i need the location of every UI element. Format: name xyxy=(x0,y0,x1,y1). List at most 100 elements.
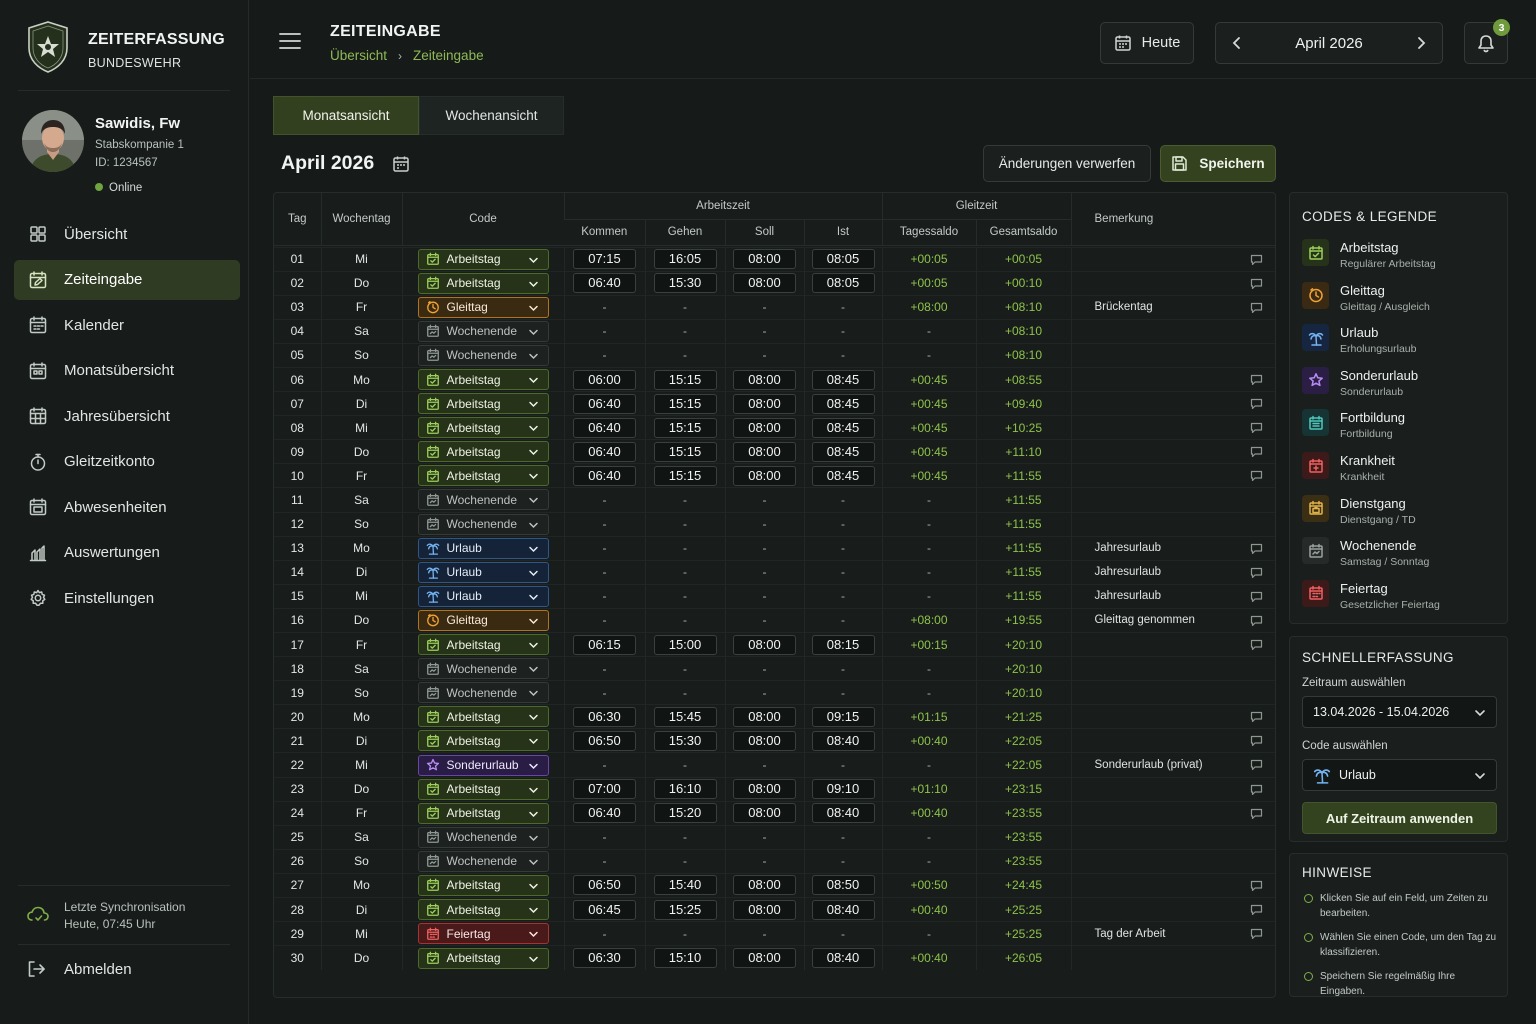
comment-icon[interactable] xyxy=(1250,302,1263,314)
remark-cell[interactable] xyxy=(1070,680,1276,705)
ist-input[interactable]: 08:45 xyxy=(811,369,875,390)
kommen-input[interactable]: 06:30 xyxy=(573,948,636,969)
gehen-input[interactable]: 15:15 xyxy=(653,465,717,486)
remark-cell[interactable] xyxy=(1070,511,1276,537)
calendar-picker-icon[interactable] xyxy=(392,155,410,173)
remark-cell[interactable] xyxy=(1070,487,1276,513)
remark-cell[interactable] xyxy=(1070,800,1276,826)
soll-input[interactable]: 08:00 xyxy=(733,779,796,800)
code-dropdown[interactable]: Arbeitstag xyxy=(417,947,549,969)
sidebar-item-abwesenheiten[interactable]: Abwesenheiten xyxy=(14,487,240,527)
remark-cell[interactable] xyxy=(1070,728,1276,753)
sidebar-item-übersicht[interactable]: Übersicht xyxy=(14,214,240,254)
comment-icon[interactable] xyxy=(1250,254,1263,266)
remark-cell[interactable] xyxy=(1070,463,1276,488)
kommen-input[interactable]: 07:00 xyxy=(573,779,636,800)
ist-input[interactable]: 08:45 xyxy=(811,465,875,486)
gehen-input[interactable]: 15:30 xyxy=(653,730,717,751)
comment-icon[interactable] xyxy=(1250,711,1263,723)
comment-icon[interactable] xyxy=(1250,470,1263,482)
sidebar-item-einstellungen[interactable]: Einstellungen xyxy=(14,578,240,618)
remark-cell[interactable] xyxy=(1070,415,1276,440)
comment-icon[interactable] xyxy=(1250,567,1263,579)
remark-cell[interactable]: Jahresurlaub xyxy=(1070,583,1276,609)
code-dropdown[interactable]: Arbeitstag xyxy=(417,730,549,752)
gehen-input[interactable]: 15:30 xyxy=(653,273,717,294)
ist-input[interactable]: 08:40 xyxy=(811,899,875,920)
comment-icon[interactable] xyxy=(1250,759,1263,771)
remark-cell[interactable]: Sonderurlaub (privat) xyxy=(1070,752,1276,778)
remark-cell[interactable] xyxy=(1070,270,1276,296)
kommen-input[interactable]: 06:40 xyxy=(573,393,636,414)
soll-input[interactable]: 08:00 xyxy=(733,803,796,824)
sidebar-item-auswertungen[interactable]: Auswertungen xyxy=(14,533,240,573)
code-dropdown[interactable]: Wochenende xyxy=(417,850,549,872)
tab-monatsansicht[interactable]: Monatsansicht xyxy=(273,96,419,135)
remark-cell[interactable]: Tag der Arbeit xyxy=(1070,921,1276,946)
remark-cell[interactable] xyxy=(1070,246,1276,272)
remark-cell[interactable] xyxy=(1070,704,1276,729)
code-dropdown[interactable]: Arbeitstag xyxy=(417,634,549,656)
soll-input[interactable]: 08:00 xyxy=(733,706,796,727)
code-dropdown[interactable]: Gleittag xyxy=(417,609,549,631)
gehen-input[interactable]: 15:00 xyxy=(653,634,717,655)
soll-input[interactable]: 08:00 xyxy=(733,899,796,920)
ist-input[interactable]: 08:40 xyxy=(811,803,875,824)
remark-cell[interactable] xyxy=(1070,848,1276,874)
remark-cell[interactable] xyxy=(1070,342,1276,368)
remark-cell[interactable] xyxy=(1070,391,1276,416)
gehen-input[interactable]: 15:45 xyxy=(653,706,717,727)
ist-input[interactable]: 08:05 xyxy=(811,249,875,270)
code-dropdown[interactable]: Arbeitstag xyxy=(417,272,549,294)
code-dropdown[interactable]: Gleittag xyxy=(417,296,549,318)
code-select[interactable]: Urlaub xyxy=(1302,759,1497,791)
comment-icon[interactable] xyxy=(1250,543,1263,555)
sidebar-item-gleitzeitkonto[interactable]: Gleitzeitkonto xyxy=(14,442,240,482)
kommen-input[interactable]: 06:40 xyxy=(573,273,636,294)
remark-cell[interactable] xyxy=(1070,631,1276,657)
ist-input[interactable]: 08:40 xyxy=(811,730,875,751)
ist-input[interactable]: 08:50 xyxy=(811,875,875,896)
comment-icon[interactable] xyxy=(1250,591,1263,603)
code-dropdown[interactable]: Arbeitstag xyxy=(417,465,549,487)
code-dropdown[interactable]: Arbeitstag xyxy=(417,393,549,415)
code-dropdown[interactable]: Arbeitstag xyxy=(417,706,549,728)
remark-cell[interactable] xyxy=(1070,656,1276,681)
soll-input[interactable]: 08:00 xyxy=(733,369,796,390)
soll-input[interactable]: 08:00 xyxy=(733,875,796,896)
save-button[interactable]: Speichern xyxy=(1160,145,1276,182)
soll-input[interactable]: 08:00 xyxy=(733,249,796,270)
code-dropdown[interactable]: Arbeitstag xyxy=(417,778,549,800)
soll-input[interactable]: 08:00 xyxy=(733,273,796,294)
code-dropdown[interactable]: Wochenende xyxy=(417,513,549,535)
code-dropdown[interactable]: Wochenende xyxy=(417,658,549,680)
code-dropdown[interactable]: Arbeitstag xyxy=(417,874,549,896)
ist-input[interactable]: 08:05 xyxy=(811,273,875,294)
gehen-input[interactable]: 16:10 xyxy=(653,779,717,800)
soll-input[interactable]: 08:00 xyxy=(733,441,796,462)
sidebar-item-zeiteingabe[interactable]: Zeiteingabe xyxy=(14,259,240,300)
gehen-input[interactable]: 15:40 xyxy=(653,875,717,896)
gehen-input[interactable]: 15:15 xyxy=(653,417,717,438)
breadcrumb-item[interactable]: Übersicht xyxy=(330,48,387,63)
kommen-input[interactable]: 06:15 xyxy=(573,634,636,655)
soll-input[interactable]: 08:00 xyxy=(733,393,796,414)
remark-cell[interactable]: Jahresurlaub xyxy=(1070,559,1276,585)
code-dropdown[interactable]: Wochenende xyxy=(417,320,549,342)
comment-icon[interactable] xyxy=(1250,278,1263,290)
comment-icon[interactable] xyxy=(1250,880,1263,892)
code-dropdown[interactable]: Arbeitstag xyxy=(417,417,549,439)
remark-cell[interactable] xyxy=(1070,824,1276,850)
comment-icon[interactable] xyxy=(1250,928,1263,940)
remark-cell[interactable] xyxy=(1070,439,1276,464)
remark-cell[interactable] xyxy=(1070,366,1276,392)
sidebar-item-monatsübersicht[interactable]: Monatsübersicht xyxy=(14,351,240,391)
code-dropdown[interactable]: Feiertag xyxy=(417,923,549,945)
code-dropdown[interactable]: Sonderurlaub xyxy=(417,754,549,776)
comment-icon[interactable] xyxy=(1250,784,1263,796)
soll-input[interactable]: 08:00 xyxy=(733,417,796,438)
remark-cell[interactable] xyxy=(1070,776,1276,802)
code-dropdown[interactable]: Arbeitstag xyxy=(417,802,549,824)
kommen-input[interactable]: 06:50 xyxy=(573,730,636,751)
kommen-input[interactable]: 06:00 xyxy=(573,369,636,390)
